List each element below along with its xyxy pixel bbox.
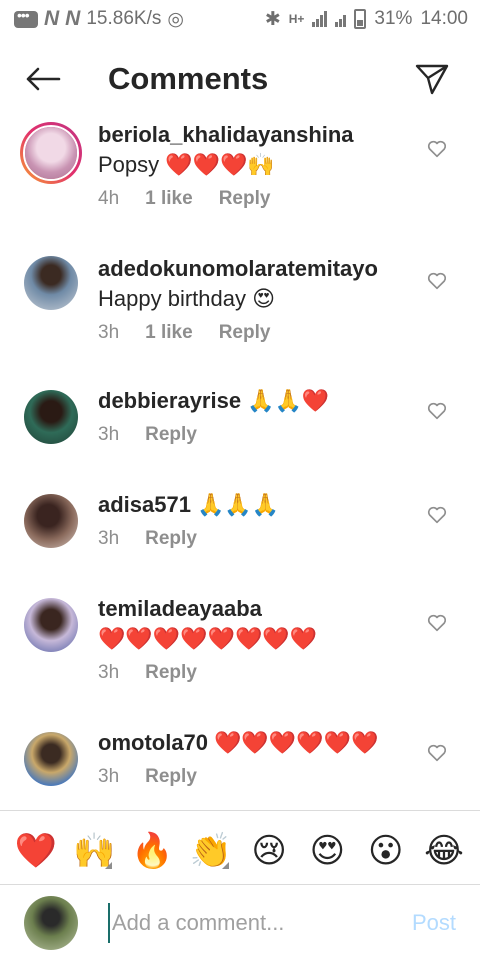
back-button[interactable] (22, 58, 64, 100)
share-button[interactable] (412, 59, 452, 99)
comment-item: adisa571 🙏🙏🙏 3h Reply (0, 490, 480, 570)
message-notification-icon (14, 7, 38, 28)
heart-outline-icon[interactable] (426, 504, 448, 526)
comment-time: 3h (98, 528, 120, 549)
comment-meta: 3h Reply (98, 424, 420, 446)
emoji-tears-of-joy-button[interactable]: 😂 (420, 831, 468, 871)
comment-body: adedokunomolaratemitayo Happy birthday 😍… (98, 254, 420, 344)
comment-body: omotola70 ❤️❤️❤️❤️❤️❤️ 3h Reply (98, 728, 420, 788)
heart-outline-icon[interactable] (426, 612, 448, 634)
comment-time: 3h (98, 662, 120, 683)
comment-body: debbierayrise 🙏🙏❤️ 3h Reply (98, 386, 420, 446)
comment-likes[interactable]: 1 like (145, 188, 193, 210)
n-notification-icon: N (44, 7, 60, 30)
paper-plane-icon (415, 64, 449, 95)
avatar (25, 127, 77, 179)
reply-button[interactable]: Reply (145, 766, 197, 788)
comment-body: adisa571 🙏🙏🙏 3h Reply (98, 490, 420, 550)
comment-item: temiladeayaaba ❤️❤️❤️❤️❤️❤️❤️❤️ 3h Reply (0, 594, 480, 704)
divider (0, 884, 480, 885)
emoji-fire-button[interactable]: 🔥 (129, 831, 177, 871)
comment-item: adedokunomolaratemitayo Happy birthday 😍… (0, 252, 480, 362)
comment-username[interactable]: adisa571 (98, 492, 191, 517)
comment-text: 🙏🙏🙏 (196, 492, 280, 517)
comment-time: 3h (98, 424, 120, 445)
emoji-surprised-button[interactable]: 😮 (362, 831, 410, 871)
comment-text: Popsy ❤️❤️❤️🙌 (98, 152, 275, 177)
emoji-heart-eyes-button[interactable]: 😍 (303, 831, 351, 871)
comment-meta: 3h Reply (98, 662, 420, 684)
status-right: ✱ H+ 31% 14:00 (265, 8, 468, 31)
clock: 14:00 (420, 8, 468, 29)
comment-time: 3h (98, 766, 120, 787)
comment-username[interactable]: temiladeayaaba (98, 594, 420, 624)
comment-item: omotola70 ❤️❤️❤️❤️❤️❤️ 3h Reply (0, 728, 480, 808)
avatar[interactable] (24, 390, 78, 444)
comment-text: ❤️❤️❤️❤️❤️❤️ (214, 730, 379, 755)
avatar[interactable] (24, 256, 78, 310)
reply-button[interactable]: Reply (219, 322, 271, 344)
comment-item: debbierayrise 🙏🙏❤️ 3h Reply (0, 386, 480, 466)
comment-username[interactable]: adedokunomolaratemitayo (98, 254, 420, 284)
battery-level: 31% (374, 8, 413, 29)
emoji-quick-bar: ❤️ 🙌 🔥 👏 😢 😍 😮 😂 (0, 822, 480, 880)
comment-meta: 3h Reply (98, 528, 420, 550)
comment-username[interactable]: omotola70 (98, 730, 208, 755)
page-title: Comments (108, 61, 269, 96)
comment-text: ❤️❤️❤️❤️❤️❤️❤️❤️ (98, 626, 318, 651)
n-notification-icon-2: N (65, 7, 81, 30)
signal-icon-2 (335, 11, 347, 27)
avatar-story-ring[interactable] (20, 122, 82, 184)
reply-button[interactable]: Reply (145, 662, 197, 684)
avatar[interactable] (24, 732, 78, 786)
comment-input[interactable] (108, 903, 368, 943)
emoji-clapping-button[interactable]: 👏 (187, 831, 235, 871)
post-button[interactable]: Post (412, 910, 456, 936)
comment-text: 🙏🙏❤️ (247, 388, 330, 413)
status-bar: N N 15.86K/s ◎ ✱ H+ 31% 14:00 (0, 0, 480, 38)
heart-outline-icon[interactable] (426, 270, 448, 292)
reply-button[interactable]: Reply (219, 188, 271, 210)
heart-outline-icon[interactable] (426, 742, 448, 764)
emoji-crying-button[interactable]: 😢 (245, 831, 293, 871)
reply-button[interactable]: Reply (145, 424, 197, 446)
network-speed: 15.86K/s (86, 8, 162, 29)
comment-line: debbierayrise 🙏🙏❤️ (98, 386, 420, 416)
bluetooth-icon: ✱ (264, 8, 281, 30)
network-type: H+ (288, 12, 305, 26)
my-avatar (24, 896, 78, 950)
comment-meta: 3h Reply (98, 766, 420, 788)
comment-username[interactable]: debbierayrise (98, 388, 241, 413)
avatar[interactable] (24, 598, 78, 652)
comment-composer: Post (0, 893, 480, 953)
comment-time: 3h (98, 322, 120, 343)
comment-time: 4h (98, 188, 120, 209)
comment-text: Happy birthday 😍 (98, 286, 276, 311)
comment-body: beriola_khalidayanshina Popsy ❤️❤️❤️🙌 4h… (98, 120, 420, 210)
heart-outline-icon[interactable] (426, 138, 448, 160)
status-left: N N 15.86K/s ◎ (14, 7, 184, 31)
divider (0, 810, 480, 811)
emoji-heart-button[interactable]: ❤️ (12, 831, 60, 871)
signal-icon (312, 11, 328, 27)
comment-body: temiladeayaaba ❤️❤️❤️❤️❤️❤️❤️❤️ 3h Reply (98, 594, 420, 684)
comment-meta: 4h 1 like Reply (98, 188, 420, 210)
avatar[interactable] (24, 494, 78, 548)
hotspot-icon: ◎ (167, 8, 184, 30)
comment-line: adisa571 🙏🙏🙏 (98, 490, 420, 520)
comment-line: omotola70 ❤️❤️❤️❤️❤️❤️ (98, 728, 420, 758)
comment-username[interactable]: beriola_khalidayanshina (98, 120, 420, 150)
battery-icon (354, 9, 367, 29)
reply-button[interactable]: Reply (145, 528, 197, 550)
comment-item: beriola_khalidayanshina Popsy ❤️❤️❤️🙌 4h… (0, 118, 480, 228)
heart-outline-icon[interactable] (426, 400, 448, 422)
header: Comments (0, 48, 480, 110)
comment-meta: 3h 1 like Reply (98, 322, 420, 344)
back-arrow-icon (26, 67, 61, 91)
comment-likes[interactable]: 1 like (145, 322, 193, 344)
emoji-raised-hands-button[interactable]: 🙌 (70, 831, 118, 871)
